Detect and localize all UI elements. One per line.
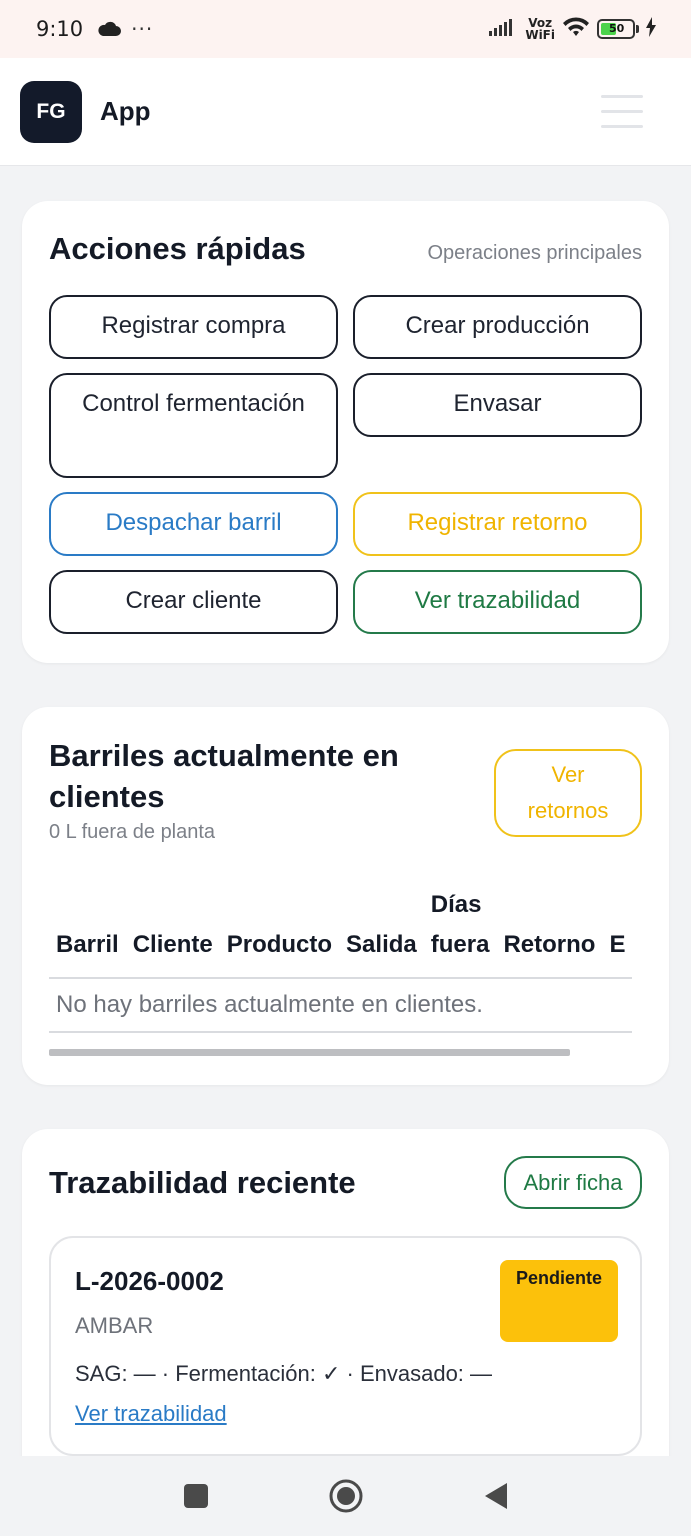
traceability-card: Trazabilidad reciente Abrir ficha L-2026… (22, 1129, 669, 1489)
table-horizontal-scrollbar[interactable] (49, 1049, 570, 1056)
barrels-subtitle: 0 L fuera de planta (49, 821, 216, 843)
back-nav-icon[interactable] (421, 1482, 571, 1510)
ver-trazabilidad-link[interactable]: Ver trazabilidad (75, 1401, 227, 1427)
registrar-retorno-button[interactable]: Registrar retorno (353, 492, 642, 556)
app-header: FG App (0, 58, 691, 166)
status-bar: 9:10 ··· Voz WiFi 50 (0, 0, 691, 58)
col-estado[interactable]: E (602, 885, 632, 978)
table-row: No hay barriles actualmente en clientes. (49, 978, 633, 1032)
status-more-dots: ··· (131, 17, 154, 41)
trace-flags: SAG: — · Fermentación: ✓ · Envasado: — (75, 1361, 493, 1386)
col-barril[interactable]: Barril (49, 885, 126, 978)
col-cliente[interactable]: Cliente (126, 885, 220, 978)
wifi-icon (561, 16, 591, 42)
quick-actions-subtitle: Operaciones principales (427, 242, 642, 264)
status-badge: Pendiente (500, 1260, 618, 1342)
trace-lot-code: L-2026-0002 (75, 1266, 224, 1296)
cloud-icon (97, 21, 122, 37)
barrels-card: Barriles actualmente en clientes 0 L fue… (22, 707, 669, 1085)
barrels-title: Barriles actualmente en clientes (49, 738, 399, 814)
col-salida[interactable]: Salida (339, 885, 424, 978)
quick-actions-card: Acciones rápidas Operaciones principales… (22, 201, 669, 663)
table-header-row: Barril Cliente Producto Salida Días fuer… (49, 885, 633, 978)
battery-level: 50 (601, 23, 624, 35)
col-dias-fuera[interactable]: Días fuera (424, 885, 497, 978)
trace-style: AMBAR (75, 1313, 154, 1338)
registrar-compra-button[interactable]: Registrar compra (49, 295, 338, 359)
barrels-table[interactable]: Barril Cliente Producto Salida Días fuer… (49, 885, 642, 1033)
app-title: App (100, 96, 151, 126)
col-retorno[interactable]: Retorno (496, 885, 602, 978)
voz-wifi-label: Voz WiFi (525, 16, 555, 42)
battery-icon: 50 (597, 19, 639, 39)
app-logo[interactable]: FG (20, 80, 82, 143)
square-nav-icon[interactable] (121, 1483, 271, 1509)
table-empty-message: No hay barriles actualmente en clientes. (56, 991, 483, 1018)
traceability-title: Trazabilidad reciente (49, 1165, 356, 1200)
quick-actions-title: Acciones rápidas (49, 231, 306, 266)
control-fermentacion-button[interactable]: Control fermentación (49, 373, 338, 478)
status-time: 9:10 (36, 17, 84, 41)
crear-cliente-button[interactable]: Crear cliente (49, 570, 338, 634)
despachar-barril-button[interactable]: Despachar barril (49, 492, 338, 556)
abrir-ficha-button[interactable]: Abrir ficha (504, 1156, 642, 1209)
system-nav-bar (0, 1456, 691, 1536)
signal-icon (489, 18, 519, 40)
envasar-button[interactable]: Envasar (353, 373, 642, 437)
home-nav-icon[interactable] (271, 1478, 421, 1514)
ver-retornos-button[interactable]: Ver retornos (494, 749, 642, 837)
col-producto[interactable]: Producto (220, 885, 339, 978)
charging-icon (645, 17, 657, 41)
menu-icon[interactable] (601, 95, 643, 128)
crear-produccion-button[interactable]: Crear producción (353, 295, 642, 359)
trace-item[interactable]: L-2026-0002 AMBAR SAG: — · Fermentación:… (49, 1236, 642, 1456)
ver-trazabilidad-button[interactable]: Ver trazabilidad (353, 570, 642, 634)
